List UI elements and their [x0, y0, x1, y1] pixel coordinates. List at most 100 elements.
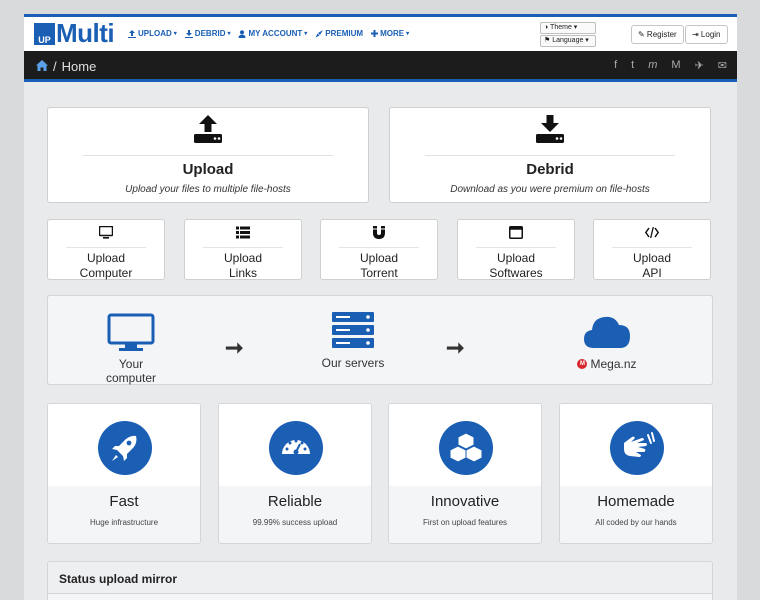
arrow-right-icon: ➞	[225, 335, 244, 360]
twitter-icon[interactable]: t	[631, 59, 634, 72]
flow-computer-label: Your computer	[105, 357, 157, 385]
feature-desc: 99.99% success upload	[252, 518, 338, 527]
site-logo[interactable]: UP Multi	[34, 18, 115, 48]
list-icon	[236, 226, 250, 239]
nav-my-account[interactable]: MY ACCOUNT ▾	[238, 29, 307, 38]
flow-host: M Mega.nz	[572, 312, 642, 371]
page-frame: UP Multi UPLOAD ▾ DEBRID ▾ MY ACCOUNT ▾ …	[24, 14, 737, 600]
upload-api-card[interactable]: Upload API	[593, 219, 711, 280]
flow-servers: Our servers	[318, 311, 388, 370]
home-icon[interactable]	[36, 59, 48, 74]
language-select[interactable]: ⚑ Language ▾	[540, 35, 596, 47]
upload-card-title: Upload	[182, 161, 234, 178]
nav-upload-label: UPLOAD	[138, 29, 172, 38]
nav-debrid[interactable]: DEBRID ▾	[184, 29, 231, 38]
breadcrumb-current: Home	[61, 59, 97, 74]
status-title: Status upload mirror	[48, 562, 712, 594]
upload-links-card[interactable]: Upload Links	[184, 219, 302, 280]
debrid-card-subtitle: Download as you were premium on file-hos…	[450, 184, 650, 195]
main-nav: UPLOAD ▾ DEBRID ▾ MY ACCOUNT ▾ PREMIUM M…	[128, 29, 409, 38]
divider	[203, 247, 283, 248]
flow-computer: Your computer	[93, 313, 169, 385]
nav-premium[interactable]: PREMIUM	[315, 29, 363, 38]
upload-card[interactable]: Upload Upload your files to multiple fil…	[47, 107, 369, 203]
card-line1: Upload	[632, 251, 672, 265]
upload-icon	[128, 29, 136, 38]
card-line1: Upload	[86, 251, 126, 265]
gauge-icon	[269, 421, 323, 475]
divider	[83, 155, 333, 156]
feature-reliable: Reliable 99.99% success upload	[218, 403, 372, 544]
breadcrumb: / Home	[36, 59, 96, 74]
upload-card-subtitle: Upload your files to multiple file-hosts	[125, 184, 291, 195]
feature-desc: First on upload features	[422, 518, 508, 527]
preferences-selects: ◑ Theme ▾ ⚑ Language ▾	[540, 22, 596, 48]
monitor-icon	[107, 313, 155, 351]
cloud-icon	[584, 316, 630, 348]
top-navbar: UP Multi UPLOAD ▾ DEBRID ▾ MY ACCOUNT ▾ …	[24, 17, 737, 51]
user-icon	[238, 29, 246, 38]
divider	[476, 247, 556, 248]
card-line2: Torrent	[360, 266, 398, 280]
sign-language-icon	[610, 421, 664, 475]
upload-torrent-card[interactable]: Upload Torrent	[320, 219, 438, 280]
feature-name: Innovative	[430, 493, 500, 510]
telegram-icon[interactable]: ✈	[695, 59, 704, 72]
nav-more[interactable]: MORE ▾	[371, 29, 409, 38]
nav-my-account-label: MY ACCOUNT	[248, 29, 303, 38]
mastodon-icon[interactable]: m	[648, 59, 657, 72]
chevron-down-icon: ▾	[173, 31, 177, 37]
theme-select[interactable]: ◑ Theme ▾	[540, 22, 596, 34]
nav-upload[interactable]: UPLOAD ▾	[128, 29, 177, 38]
feature-innovative: Innovative First on upload features	[388, 403, 542, 544]
feature-desc: Huge infrastructure	[89, 518, 159, 527]
card-line2: Links	[228, 266, 257, 280]
magnet-icon	[373, 226, 385, 239]
feature-homemade: Homemade All coded by our hands	[559, 403, 713, 544]
debrid-card-title: Debrid	[526, 161, 574, 178]
facebook-icon[interactable]: f	[614, 59, 617, 72]
code-icon	[644, 226, 660, 239]
divider	[66, 247, 146, 248]
cubes-icon	[439, 421, 493, 475]
chevron-down-icon: ▾	[227, 31, 231, 37]
flow-host-label: M Mega.nz	[572, 357, 642, 371]
download-tray-icon	[536, 115, 564, 143]
arrow-right-icon: ➞	[446, 335, 465, 360]
divider	[612, 247, 692, 248]
feature-name: Fast	[109, 493, 139, 510]
nav-more-label: MORE	[380, 29, 405, 38]
mega-label: Mega.nz	[590, 357, 637, 371]
upload-computer-card[interactable]: Upload Computer	[47, 219, 165, 280]
feature-desc: All coded by our hands	[595, 518, 677, 527]
divider	[339, 247, 419, 248]
email-icon[interactable]: ✉	[718, 59, 727, 72]
logo-text: Multi	[56, 18, 115, 48]
divider	[425, 155, 675, 156]
card-line1: Upload	[359, 251, 399, 265]
gmail-icon[interactable]: M	[671, 59, 680, 72]
upload-tray-icon	[194, 115, 222, 143]
flow-servers-label: Our servers	[321, 356, 385, 370]
window-icon	[509, 226, 523, 239]
server-icon	[332, 312, 374, 348]
monitor-icon	[98, 225, 114, 239]
download-icon	[184, 29, 193, 38]
login-button[interactable]: ⇥ Login	[685, 25, 728, 44]
card-line1: Upload	[496, 251, 536, 265]
mega-logo-icon: M	[577, 359, 588, 369]
chevron-down-icon: ▾	[406, 31, 410, 37]
rocket-icon	[98, 421, 152, 475]
card-line2: Softwares	[489, 266, 543, 280]
card-line2: API	[642, 266, 662, 280]
feature-name: Homemade	[597, 493, 675, 510]
logo-badge: UP	[34, 23, 55, 45]
rocket-icon	[315, 29, 324, 37]
debrid-card[interactable]: Debrid Download as you were premium on f…	[389, 107, 711, 203]
social-links: f t m M ✈ ✉	[614, 59, 727, 72]
upload-softwares-card[interactable]: Upload Softwares	[457, 219, 575, 280]
plus-icon	[371, 30, 379, 37]
feature-name: Reliable	[267, 493, 323, 510]
register-button[interactable]: ✎ Register	[631, 25, 684, 44]
feature-fast: Fast Huge infrastructure	[47, 403, 201, 544]
